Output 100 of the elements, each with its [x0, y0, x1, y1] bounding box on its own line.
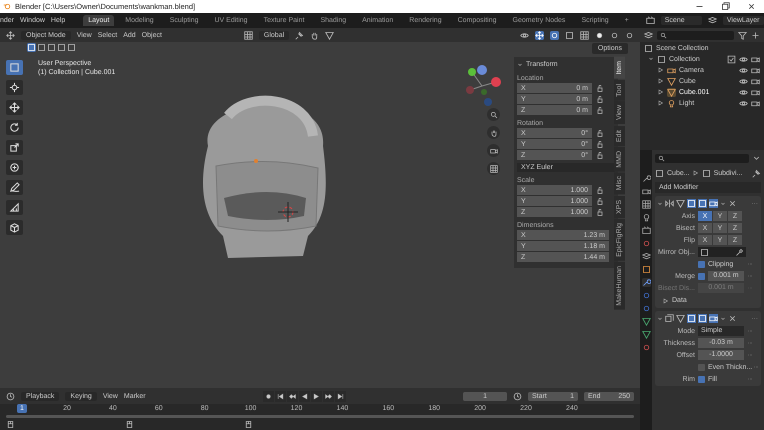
editor-type-icon	[644, 30, 653, 40]
record-button[interactable]	[262, 390, 274, 402]
navigation-button[interactable]	[487, 126, 500, 139]
modifier-icon	[702, 168, 711, 178]
checkbox[interactable]	[698, 260, 705, 268]
tool-button[interactable]	[6, 220, 23, 235]
constraints-icon[interactable]	[642, 317, 650, 326]
lock-icon	[596, 129, 604, 137]
xray-icon	[565, 30, 574, 40]
previous-keyframe-button[interactable]	[286, 390, 298, 402]
cage-toggle-icon	[687, 199, 696, 208]
data-icon[interactable]	[642, 330, 650, 339]
play-reverse-button[interactable]	[298, 390, 310, 402]
camera-icon	[751, 98, 760, 108]
remove-icon	[728, 199, 737, 208]
dropdown-icon	[720, 316, 726, 322]
chevron-icon	[657, 316, 663, 322]
navigation-button[interactable]	[487, 162, 500, 175]
cursor-icon	[9, 82, 20, 93]
visibility-icon	[520, 30, 529, 40]
wireframe-shading-icon	[580, 30, 589, 40]
object-icon	[655, 168, 664, 178]
select-extend-icon	[37, 43, 46, 52]
solidify-icon	[665, 314, 674, 323]
next-keyframe-icon	[324, 392, 332, 400]
expand-arrow-icon	[663, 298, 669, 304]
checkbox[interactable]	[698, 272, 705, 280]
eye-icon	[739, 98, 748, 108]
tool-button[interactable]	[6, 200, 23, 215]
lock-icon	[596, 106, 604, 114]
jump-end-button[interactable]	[334, 390, 346, 402]
checkbox[interactable]	[698, 376, 705, 382]
tool-button[interactable]	[6, 120, 23, 135]
play-icon	[312, 392, 320, 400]
zoom-icon	[490, 110, 498, 118]
object-icon[interactable]	[642, 265, 650, 274]
jump-start-icon	[276, 392, 284, 400]
realtime-toggle-icon	[698, 314, 707, 323]
search-icon	[658, 154, 665, 162]
render-toggle-icon	[709, 199, 718, 208]
search-field[interactable]	[657, 30, 734, 40]
filter-icon	[738, 30, 747, 40]
overlay-icon	[550, 30, 559, 40]
output-icon[interactable]	[642, 200, 650, 209]
play-button[interactable]	[310, 390, 322, 402]
maximize-icon	[720, 2, 730, 11]
realtime-toggle-icon	[698, 199, 707, 208]
render-toggle-icon	[709, 314, 718, 323]
navigation-button[interactable]	[487, 144, 500, 157]
lock-icon	[596, 208, 604, 216]
3d-cursor-icon	[278, 202, 298, 222]
scene-icon[interactable]	[642, 226, 650, 235]
view-layer-icon	[708, 16, 717, 25]
select-box-icon	[9, 62, 20, 73]
object-field[interactable]	[698, 247, 746, 257]
camera-icon	[751, 54, 760, 64]
scene-icon	[646, 16, 655, 25]
separator-icon	[692, 170, 699, 176]
solid-shading-icon	[595, 30, 604, 40]
scrollbar[interactable]	[6, 415, 634, 418]
cube-icon	[9, 222, 20, 233]
ruler-icon	[9, 202, 20, 213]
gizmo-toggle-icon	[535, 30, 544, 40]
jump-start-button[interactable]	[274, 390, 286, 402]
tool-button[interactable]	[6, 80, 23, 95]
next-keyframe-button[interactable]	[322, 390, 334, 402]
search-field[interactable]	[655, 154, 749, 162]
checkbox[interactable]	[698, 364, 705, 370]
play-reverse-icon	[300, 392, 308, 400]
wrench-icon[interactable]	[642, 278, 650, 287]
pencil-icon	[9, 182, 20, 193]
render-icon[interactable]	[642, 187, 650, 196]
mouse-icon	[125, 420, 134, 428]
select-subtract-icon	[47, 43, 56, 52]
move-icon	[9, 102, 20, 113]
stopwatch-icon	[513, 392, 522, 400]
select-intersect-icon	[67, 43, 76, 52]
chevron-icon	[517, 62, 523, 68]
edit-mode-toggle-icon	[676, 199, 685, 208]
navigation-button[interactable]	[487, 108, 500, 121]
eye-icon	[739, 76, 748, 86]
collection-icon[interactable]	[642, 252, 650, 261]
hand-icon	[490, 128, 498, 136]
view-layer-icon[interactable]	[642, 213, 650, 222]
tool-button[interactable]	[6, 100, 23, 115]
lock-icon	[596, 84, 604, 92]
camera-icon	[751, 66, 760, 74]
tool-button[interactable]	[6, 160, 23, 175]
eye-icon	[739, 54, 748, 64]
lock-icon	[596, 151, 604, 159]
eye-icon	[739, 66, 748, 74]
select-new-icon	[27, 43, 36, 52]
chevron-icon	[657, 200, 663, 206]
tool-button[interactable]	[6, 180, 23, 195]
cage-toggle-icon	[687, 314, 696, 323]
previous-keyframe-icon	[288, 392, 296, 400]
lock-icon	[596, 95, 604, 103]
lock-icon	[596, 197, 604, 205]
close-icon	[746, 2, 756, 11]
tool-button[interactable]	[6, 140, 23, 155]
